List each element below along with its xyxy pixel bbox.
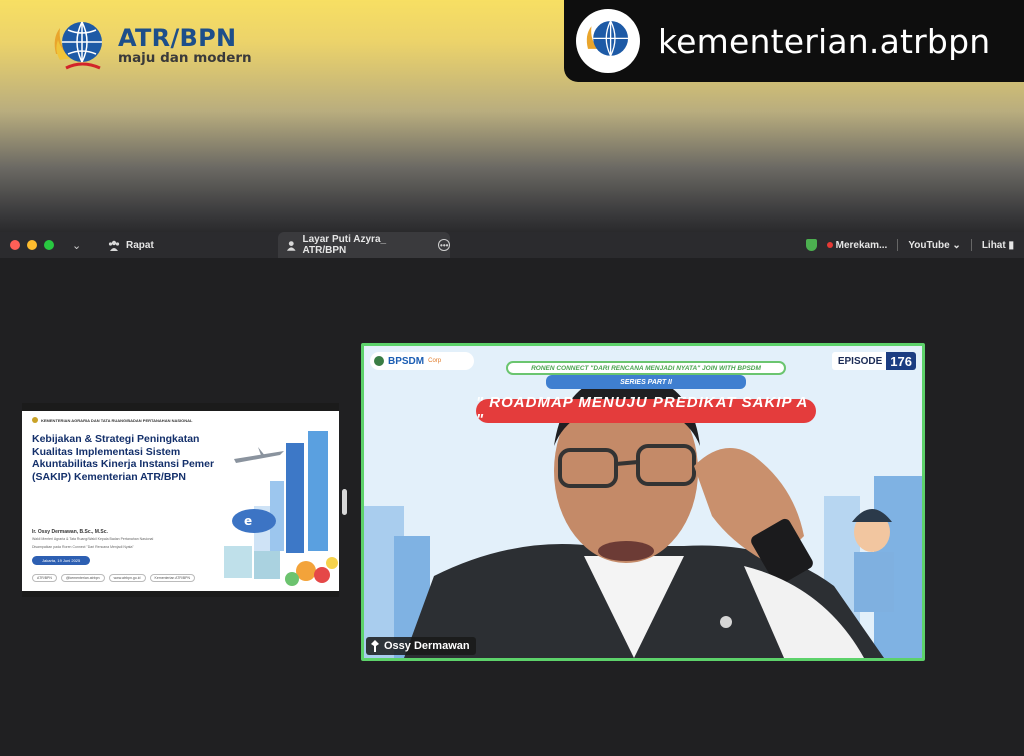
atr-bpn-brand: ATR/BPN maju dan modern [48,14,252,76]
toolbar-divider [970,239,972,251]
participant-name-tag: Ossy Dermawan [366,637,476,655]
slide-link: ATR/BPN [32,574,57,582]
roadmap-headline: " ROADMAP MENUJU PREDIKAT SAKIP A " [476,394,816,428]
series-label: SERIES PART II [546,375,746,389]
tab-meeting-label: Rapat [126,239,154,251]
close-window-button[interactable] [10,240,20,250]
episode-number: 176 [886,352,916,370]
minimize-window-button[interactable] [27,240,37,250]
panel-resize-handle[interactable] [342,489,347,515]
speaker-video-tile[interactable]: BPSDM Corp RONEN CONNECT "DARI RENCANA M… [361,343,925,661]
chevron-down-icon[interactable]: ⌄ [72,239,81,252]
tab-meeting[interactable]: Rapat [108,232,154,258]
recording-indicator[interactable]: Merekam... [826,239,888,251]
slide-header-text: KEMENTERIAN AGRARIA DAN TATA RUANG/BADAN… [41,417,193,423]
meeting-toolbar: ⌄ Rapat Layar Puti Azyra_ ATR/BPN ••• Me… [0,232,1024,258]
episode-label: EPISODE [837,355,883,367]
participant-name: Ossy Dermawan [384,640,470,652]
brand-subtitle: maju dan modern [118,50,252,66]
account-handle: kementerian.atrbpn [658,21,991,61]
youtube-dropdown[interactable]: YouTube ⌄ [908,240,960,251]
youtube-label: YouTube [908,239,950,251]
slide-title: Kebijakan & Strategi Peningkatan Kualita… [32,433,240,483]
more-options-icon[interactable]: ••• [438,239,451,251]
tab-screen-share-label: Layar Puti Azyra_ ATR/BPN [302,234,387,256]
speaker-video-feed [364,346,922,658]
slide-author-role: Wakil Menteri Agraria & Tata Ruang/Wakil… [32,537,154,541]
top-banner: ATR/BPN maju dan modern kementerian.atrb… [0,0,1024,232]
account-avatar [576,9,640,73]
slide-link: Kementerian ATR/BPN [149,574,196,582]
toolbar-divider [897,239,899,251]
slide-header: KEMENTERIAN AGRARIA DAN TATA RUANG/BADAN… [32,417,192,423]
bpsdm-logo-text: BPSDM [388,355,425,367]
shared-presentation-slide[interactable]: KEMENTERIAN AGRARIA DAN TATA RUANG/BADAN… [22,403,339,597]
participants-icon [108,240,120,251]
shield-icon [805,239,817,251]
svg-text:e: e [244,514,252,528]
slide-date: Jakarta, 19 Juni 2025 [32,556,91,565]
recording-label: Merekam... [835,239,888,251]
episode-badge: EPISODE 176 [831,352,916,370]
slide-author: Ir. Ossy Dermawan, B.Sc., M.Sc. [32,529,108,535]
slide-link: www.atrbpn.go.id [108,574,146,582]
view-button[interactable]: Lihat ▮ [982,240,1014,251]
atr-bpn-logo-icon [586,20,629,57]
garuda-emblem-icon [32,417,38,423]
corp-logo-text: Corp [428,358,442,364]
slide-link: @kementerian.atrbpn [60,574,105,582]
record-icon [826,241,833,248]
slide-links: ATR/BPN @kementerian.atrbpn www.atrbpn.g… [32,574,196,582]
roren-connect-banner: RONEN CONNECT "DARI RENCANA MENJADI NYAT… [506,361,786,375]
tab-screen-share[interactable]: Layar Puti Azyra_ ATR/BPN ••• [278,232,451,258]
toolbar-right-group: Merekam... YouTube ⌄ Lihat ▮ [805,232,1014,258]
instagram-handle-badge: kementerian.atrbpn [564,0,1024,82]
maximize-window-button[interactable] [44,240,54,250]
layout-icon: ▮ [1008,239,1014,251]
city-illustration: e [214,411,339,591]
bpsdm-logo: BPSDM Corp [370,352,474,370]
window-controls [10,240,54,250]
chevron-down-icon: ⌄ [952,239,961,251]
brand-title: ATR/BPN [118,24,237,52]
view-label: Lihat [981,239,1006,251]
pin-icon [371,640,379,652]
bpsdm-emblem-icon [374,356,384,366]
slide-author-note: Disampaikan pada Roren Connect "Dari Ren… [32,545,134,549]
atr-bpn-logo-icon [54,21,102,70]
user-icon [286,240,296,251]
